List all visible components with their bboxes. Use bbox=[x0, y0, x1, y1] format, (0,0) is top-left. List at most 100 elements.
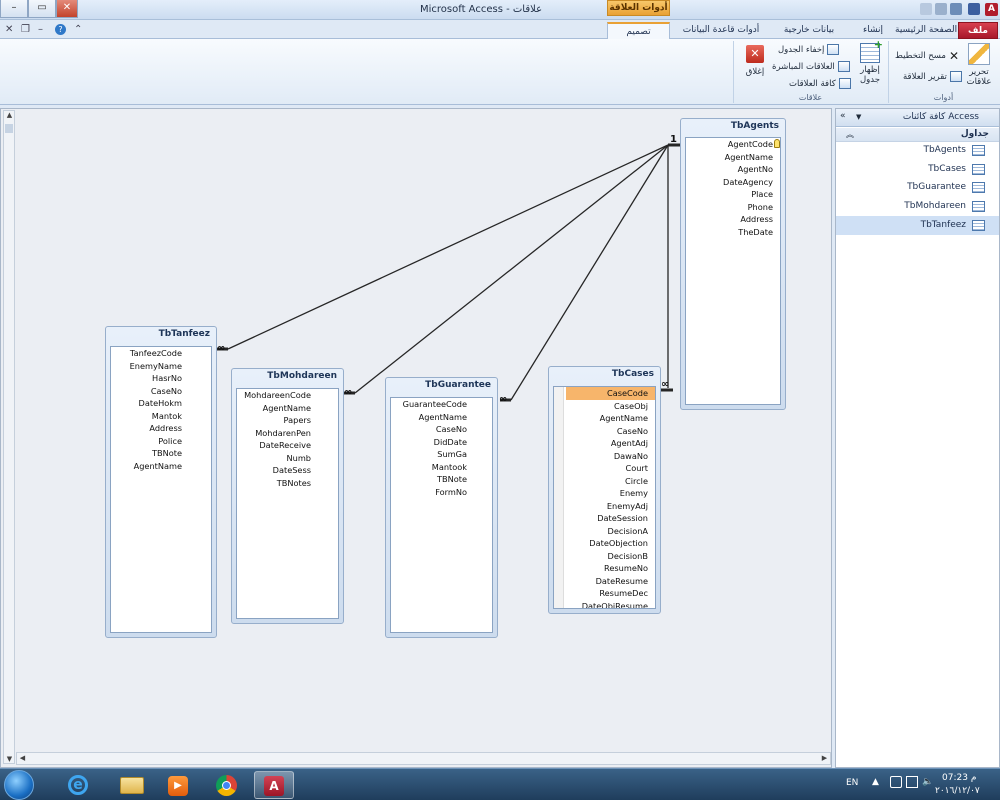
field-item[interactable]: CaseNo bbox=[111, 385, 189, 398]
field-item[interactable]: TBNotes bbox=[237, 477, 318, 490]
table-tbmohdareen[interactable]: TbMohdareen MohdareenCode AgentName Pape… bbox=[231, 368, 344, 624]
language-indicator[interactable]: EN bbox=[846, 778, 858, 788]
internet-explorer-button[interactable]: e bbox=[58, 771, 98, 799]
field-item[interactable]: Court bbox=[566, 462, 655, 475]
nav-item-tbtanfeez[interactable]: TbTanfeez bbox=[836, 216, 999, 235]
field-list-scrollbar[interactable] bbox=[554, 387, 564, 608]
network-icon[interactable] bbox=[906, 776, 918, 788]
field-item[interactable]: Circle bbox=[566, 475, 655, 488]
field-item[interactable]: ResumeDec bbox=[566, 587, 655, 600]
tab-file[interactable]: ملف bbox=[958, 22, 998, 39]
all-relationships-button[interactable]: كافة العلاقات bbox=[789, 78, 851, 89]
minimize-button[interactable]: – bbox=[0, 0, 28, 18]
hide-table-button[interactable]: إخفاء الجدول bbox=[778, 44, 840, 55]
field-item[interactable]: Place bbox=[686, 188, 780, 201]
nav-group-tables[interactable]: ︽ جداول bbox=[836, 128, 999, 142]
chrome-button[interactable] bbox=[206, 771, 246, 799]
tray-expand-icon[interactable]: ▲ bbox=[872, 777, 879, 787]
table-title[interactable]: TbTanfeez bbox=[106, 329, 212, 339]
field-item[interactable]: DateHokm bbox=[111, 397, 189, 410]
nav-item-tbagents[interactable]: TbAgents bbox=[836, 141, 999, 160]
table-tbguarantee[interactable]: TbGuarantee GuaranteeCode AgentName Case… bbox=[385, 377, 498, 638]
close-icon[interactable]: ✕ bbox=[5, 24, 13, 35]
field-item[interactable]: Address bbox=[111, 422, 189, 435]
table-title[interactable]: TbCases bbox=[549, 369, 656, 379]
field-item[interactable]: Police bbox=[111, 435, 189, 448]
redo-icon[interactable] bbox=[935, 3, 947, 15]
field-item[interactable]: MohdarenPen bbox=[237, 427, 318, 440]
table-tbcases[interactable]: TbCases CaseCode CaseObj AgentName CaseN… bbox=[548, 366, 661, 614]
tab-external-data[interactable]: بيانات خارجية bbox=[768, 22, 850, 39]
volume-icon[interactable]: 🔈 bbox=[922, 777, 933, 787]
field-list[interactable]: AgentCode AgentName AgentNo DateAgency P… bbox=[685, 137, 781, 405]
field-item[interactable]: TanfeezCode bbox=[111, 347, 189, 360]
nav-header[interactable]: « ▼ كافة كائنات Access bbox=[836, 109, 999, 127]
field-item-selected[interactable]: CaseCode bbox=[566, 387, 655, 400]
field-item[interactable]: SumGa bbox=[391, 448, 474, 461]
nav-item-tbguarantee[interactable]: TbGuarantee bbox=[836, 178, 999, 197]
ribbon-collapse-icon[interactable]: ⌃ bbox=[74, 24, 82, 35]
media-player-button[interactable]: ▶ bbox=[158, 771, 198, 799]
field-item[interactable]: DawaNo bbox=[566, 450, 655, 463]
field-item[interactable]: EnemyName bbox=[111, 360, 189, 373]
field-item[interactable]: AgentName bbox=[686, 151, 780, 164]
field-item[interactable]: MohdareenCode bbox=[237, 389, 318, 402]
access-taskbar-button[interactable]: A bbox=[254, 771, 294, 799]
table-title[interactable]: TbGuarantee bbox=[386, 380, 493, 390]
undo-icon[interactable] bbox=[950, 3, 962, 15]
close-button[interactable]: ✕ bbox=[56, 0, 78, 18]
field-list[interactable]: CaseCode CaseObj AgentName CaseNo AgentA… bbox=[553, 386, 656, 609]
field-item[interactable]: DateAgency bbox=[686, 176, 780, 189]
field-item[interactable]: AgentName bbox=[237, 402, 318, 415]
nav-collapse-icon[interactable]: « bbox=[840, 111, 846, 121]
field-item[interactable]: CaseNo bbox=[566, 425, 655, 438]
horizontal-scrollbar[interactable]: ◀ ▶ bbox=[16, 752, 831, 765]
table-title[interactable]: TbMohdareen bbox=[232, 371, 339, 381]
scroll-thumb[interactable] bbox=[5, 124, 13, 133]
field-item[interactable]: CaseObj bbox=[566, 400, 655, 413]
field-item[interactable]: AgentName bbox=[391, 411, 474, 424]
field-item[interactable]: DidDate bbox=[391, 436, 474, 449]
field-item[interactable]: DateSession bbox=[566, 512, 655, 525]
table-tbtanfeez[interactable]: TbTanfeez TanfeezCode EnemyName HasrNo C… bbox=[105, 326, 217, 638]
file-explorer-button[interactable] bbox=[112, 771, 152, 799]
edit-relationships-button[interactable]: تحرير علاقات bbox=[961, 43, 997, 87]
field-item[interactable]: Address bbox=[686, 213, 780, 226]
field-item[interactable]: HasrNo bbox=[111, 372, 189, 385]
field-item[interactable]: DecisionA bbox=[566, 525, 655, 538]
nav-dropdown-icon[interactable]: ▼ bbox=[856, 113, 861, 121]
tab-home[interactable]: الصفحة الرئيسية bbox=[895, 22, 957, 39]
field-item[interactable]: Enemy bbox=[566, 487, 655, 500]
field-item[interactable]: Papers bbox=[237, 414, 318, 427]
windows-orb-icon[interactable] bbox=[4, 770, 34, 800]
field-item[interactable]: DateObjection bbox=[566, 537, 655, 550]
clock-date[interactable]: ٢٠١٦/١٢/٠٧ bbox=[935, 786, 980, 796]
field-item[interactable]: DecisionB bbox=[566, 550, 655, 563]
clear-layout-button[interactable]: مسح التخطيط ✕ bbox=[895, 49, 959, 63]
scroll-up-arrow-icon[interactable]: ▲ bbox=[4, 111, 15, 119]
field-item[interactable]: AgentNo bbox=[686, 163, 780, 176]
field-item[interactable]: DateSess bbox=[237, 464, 318, 477]
field-item[interactable]: Phone bbox=[686, 201, 780, 214]
access-logo-icon[interactable]: A bbox=[985, 3, 998, 16]
table-tbagents[interactable]: TbAgents AgentCode AgentName AgentNo Dat… bbox=[680, 118, 786, 410]
maximize-button[interactable]: ▭ bbox=[28, 0, 56, 18]
field-item[interactable]: AgentAdj bbox=[566, 437, 655, 450]
field-item[interactable]: FormNo bbox=[391, 486, 474, 499]
show-table-button[interactable]: + إظهار جدول bbox=[854, 39, 886, 85]
field-item[interactable]: Mantook bbox=[391, 461, 474, 474]
field-item[interactable]: TheDate bbox=[686, 226, 780, 239]
field-item[interactable]: AgentName bbox=[566, 412, 655, 425]
field-item[interactable]: DateObjResume bbox=[566, 600, 655, 609]
scroll-right-arrow-icon[interactable]: ▶ bbox=[819, 754, 830, 762]
direct-relationships-button[interactable]: العلاقات المباشرة bbox=[772, 61, 850, 72]
field-item[interactable]: AgentName bbox=[111, 460, 189, 473]
group-collapse-icon[interactable]: ︽ bbox=[846, 129, 854, 140]
vertical-scrollbar[interactable]: ▲ ▼ bbox=[3, 110, 15, 764]
scroll-down-arrow-icon[interactable]: ▼ bbox=[4, 755, 15, 763]
field-list[interactable]: GuaranteeCode AgentName CaseNo DidDate S… bbox=[390, 397, 493, 633]
field-item[interactable]: TBNote bbox=[111, 447, 189, 460]
minimize-icon[interactable]: – bbox=[38, 24, 43, 35]
scroll-left-arrow-icon[interactable]: ◀ bbox=[17, 754, 28, 762]
field-item[interactable]: Numb bbox=[237, 452, 318, 465]
